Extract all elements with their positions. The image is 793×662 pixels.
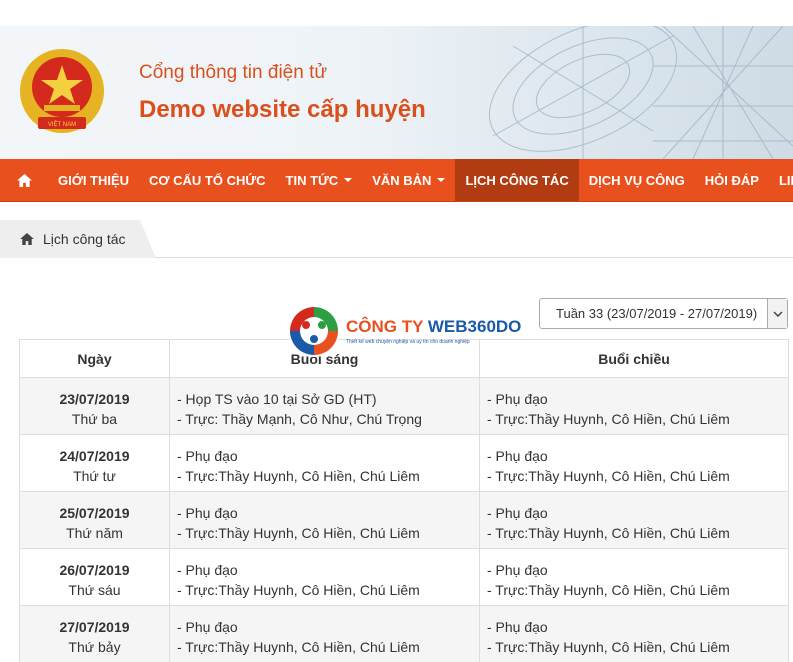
nav-van-ban[interactable]: VĂN BẢN (362, 159, 455, 201)
entry: - Phụ đạo (177, 562, 238, 578)
morning-cell: - Phụ đạo - Trực:Thầy Huynh, Cô Hiền, Chú… (169, 434, 480, 492)
nav-lien-he[interactable]: LIÊN HỆ (769, 159, 793, 201)
entry: - Phụ đạo (177, 619, 238, 635)
company-name-part1: CÔNG TY (346, 317, 424, 336)
entry: - Phụ đạo (177, 505, 238, 521)
table-row: 26/07/2019 Thứ sáu - Phụ đạo - Trực:Thầy H… (19, 548, 789, 606)
morning-cell: - Họp TS vào 10 tại Sở GD (HT) - Trực: Th… (169, 377, 480, 435)
breadcrumb: Lịch công tác (0, 220, 793, 258)
nav-label: HỎI ĐÁP (704, 172, 759, 188)
weekday: Thứ bảy (68, 639, 121, 655)
caret-down-icon (344, 178, 353, 182)
date-cell: 27/07/2019 Thứ bảy (19, 605, 170, 662)
caret-down-icon (437, 178, 446, 182)
nav-label: VĂN BẢN (372, 172, 432, 188)
weekday: Thứ sáu (68, 582, 121, 598)
company-logo-icon (288, 305, 340, 357)
header-date: Ngày (19, 339, 170, 378)
breadcrumb-item[interactable]: Lịch công tác (0, 220, 156, 258)
nav-label: TIN TỨC (285, 172, 339, 188)
date-cell: 26/07/2019 Thứ sáu (19, 548, 170, 606)
entry: - Trực:Thầy Huynh, Cô Hiền, Chú Liêm (487, 468, 730, 484)
satellite-dish-background (488, 26, 793, 159)
header-afternoon: Buổi chiều (479, 339, 789, 378)
date: 23/07/2019 (59, 391, 130, 407)
nav-dich-vu-cong[interactable]: DỊCH VỤ CÔNG (579, 159, 695, 201)
entry: - Phụ đạo (487, 619, 548, 635)
company-name: CÔNG TY WEB360DO (346, 317, 521, 337)
nav-label: LỊCH CÔNG TÁC (465, 172, 569, 188)
date-cell: 25/07/2019 Thứ năm (19, 491, 170, 549)
week-select[interactable]: Tuần 33 (23/07/2019 - 27/07/2019) (539, 298, 788, 329)
afternoon-cell: - Phụ đạo - Trực:Thầy Huynh, Cô Hiền, Chú… (479, 377, 789, 435)
week-select-value: Tuần 33 (23/07/2019 - 27/07/2019) (556, 306, 758, 321)
entry: - Phụ đạo (487, 505, 548, 521)
nav-hoi-dap[interactable]: HỎI ĐÁP (695, 159, 769, 201)
date: 27/07/2019 (59, 619, 130, 635)
entry: - Phụ đạo (177, 448, 238, 464)
table-row: 24/07/2019 Thứ tư - Phụ đạo - Trực:Thầy Hu… (19, 434, 789, 492)
top-gap (0, 0, 793, 26)
national-emblem-icon: VIỆT NAM (20, 49, 104, 133)
date: 26/07/2019 (59, 562, 130, 578)
morning-cell: - Phụ đạo - Trực:Thầy Huynh, Cô Hiền, Chú… (169, 548, 480, 606)
entry: - Trực:Thầy Huynh, Cô Hiền, Chú Liêm (487, 525, 730, 541)
entry: - Phụ đạo (487, 448, 548, 464)
nav-label: GIỚI THIỆU (58, 172, 130, 188)
site-header: VIỆT NAM Cổng thông tin điện tử Demo web… (0, 26, 793, 159)
afternoon-cell: - Phụ đạo - Trực:Thầy Huynh, Cô Hiền, Chú… (479, 548, 789, 606)
date-cell: 24/07/2019 Thứ tư (19, 434, 170, 492)
entry: - Trực: Thầy Mạnh, Cô Như, Chú Trọng (177, 411, 422, 427)
nav-tin-tuc[interactable]: TIN TỨC (276, 159, 363, 201)
nav-label: CƠ CẤU TỔ CHỨC (149, 172, 266, 188)
company-name-part2: WEB360DO (427, 317, 522, 336)
home-icon (20, 233, 34, 245)
schedule-table: Ngày Buổi sáng Buổi chiều 23/07/2019 Thứ … (19, 339, 789, 662)
entry: - Trực:Thầy Huynh, Cô Hiền, Chú Liêm (487, 639, 730, 655)
afternoon-cell: - Phụ đạo - Trực:Thầy Huynh, Cô Hiền, Chú… (479, 491, 789, 549)
entry: - Phụ đạo (487, 391, 548, 407)
table-row: 27/07/2019 Thứ bảy - Phụ đạo - Trực:Thầy H… (19, 605, 789, 662)
nav-home[interactable] (0, 159, 48, 201)
entry: - Phụ đạo (487, 562, 548, 578)
nav-label: DỊCH VỤ CÔNG (588, 172, 685, 188)
afternoon-cell: - Phụ đạo - Trực:Thầy Huynh, Cô Hiền, Chú… (479, 605, 789, 662)
site-title[interactable]: Demo website cấp huyện (139, 96, 426, 124)
nav-label: LIÊN HỆ (778, 172, 793, 188)
weekday: Thứ ba (71, 411, 118, 427)
company-watermark-logo: CÔNG TY WEB360DO Thiết kế web chuyên ngh… (286, 303, 521, 363)
emblem-text: VIỆT NAM (48, 120, 76, 128)
afternoon-cell: - Phụ đạo - Trực:Thầy Huynh, Cô Hiền, Chú… (479, 434, 789, 492)
breadcrumb-label: Lịch công tác (43, 231, 126, 247)
table-row: 23/07/2019 Thứ ba - Họp TS vào 10 tại Sở … (19, 377, 789, 435)
nav-lich-cong-tac[interactable]: LỊCH CÔNG TÁC (455, 159, 579, 201)
entry: - Trực:Thầy Huynh, Cô Hiền, Chú Liêm (177, 639, 420, 655)
date-cell: 23/07/2019 Thứ ba (19, 377, 170, 435)
date: 25/07/2019 (59, 505, 130, 521)
home-icon (17, 173, 32, 187)
chevron-down-icon[interactable] (767, 299, 787, 328)
weekday: Thứ tư (73, 468, 116, 484)
entry: - Họp TS vào 10 tại Sở GD (HT) (177, 391, 377, 407)
date: 24/07/2019 (59, 448, 130, 464)
nav-co-cau-to-chuc[interactable]: CƠ CẤU TỔ CHỨC (139, 159, 275, 201)
nav-gioi-thieu[interactable]: GIỚI THIỆU (48, 159, 139, 201)
main-nav: GIỚI THIỆU CƠ CẤU TỔ CHỨC TIN TỨC VĂN BẢ… (0, 159, 793, 202)
entry: - Trực:Thầy Huynh, Cô Hiền, Chú Liêm (487, 582, 730, 598)
entry: - Trực:Thầy Huynh, Cô Hiền, Chú Liêm (177, 582, 420, 598)
weekday: Thứ năm (66, 525, 123, 541)
morning-cell: - Phụ đạo - Trực:Thầy Huynh, Cô Hiền, Chú… (169, 605, 480, 662)
entry: - Trực:Thầy Huynh, Cô Hiền, Chú Liêm (487, 411, 730, 427)
site-subtitle: Cổng thông tin điện tử (139, 62, 328, 83)
morning-cell: - Phụ đạo - Trực:Thầy Huynh, Cô Hiền, Chú… (169, 491, 480, 549)
company-tagline: Thiết kế web chuyên nghiệp và uy tín cho… (346, 339, 470, 345)
entry: - Trực:Thầy Huynh, Cô Hiền, Chú Liêm (177, 468, 420, 484)
entry: - Trực:Thầy Huynh, Cô Hiền, Chú Liêm (177, 525, 420, 541)
table-row: 25/07/2019 Thứ năm - Phụ đạo - Trực:Thầy H… (19, 491, 789, 549)
